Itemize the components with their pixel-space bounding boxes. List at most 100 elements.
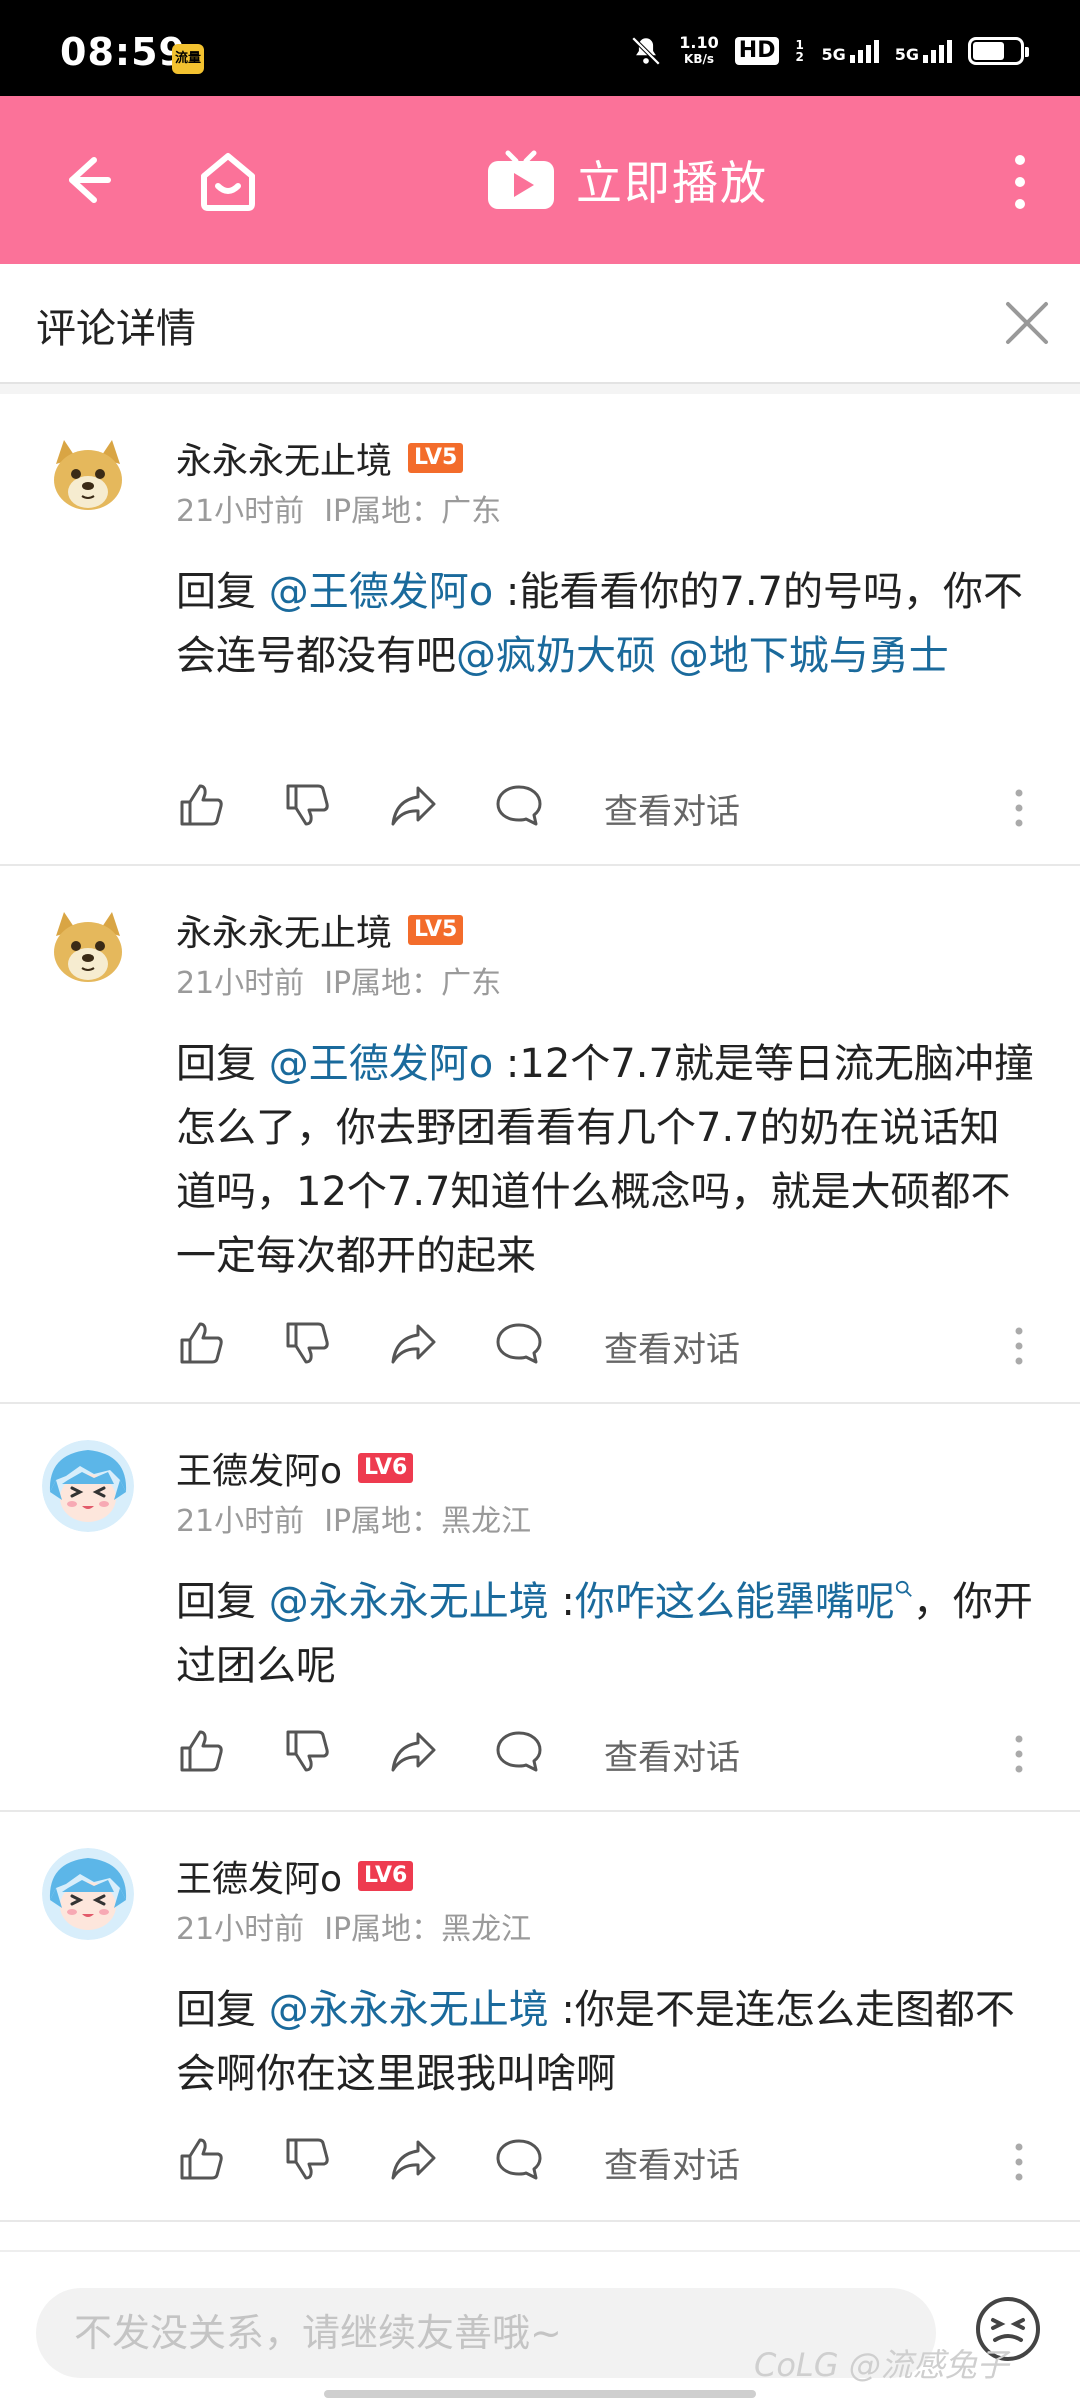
comment-meta: 21小时前 IP属地：广东	[176, 958, 501, 1002]
search-icon[interactable]	[895, 1580, 913, 1598]
anime-avatar-icon	[42, 1848, 134, 1940]
comment-text: 回复 @王德发阿o :12个7.7就是等日流无脑冲撞怎么了，你去野团看看有几个7…	[176, 1041, 1034, 1279]
comment-actions: 查看对话	[176, 1726, 740, 1782]
comment-bubble-icon	[496, 1323, 542, 1364]
comment-detail-header: 评论详情	[0, 264, 1080, 384]
more-options-icon[interactable]	[1008, 152, 1032, 212]
mention-link[interactable]: @疯奶大硕 @地下城与勇士	[456, 633, 949, 679]
search-keyword-link[interactable]: 你咋这么能犟嘴呢	[575, 1579, 895, 1625]
mention-link[interactable]: @王德发阿o	[269, 1041, 493, 1087]
thumbs-down-icon	[286, 784, 329, 826]
user-line: 王德发阿o LV6	[176, 1442, 414, 1494]
play-now-title[interactable]: 立即播放	[486, 148, 768, 212]
like-button[interactable]	[176, 780, 232, 836]
share-arrow-icon	[391, 1732, 436, 1772]
doge-avatar-icon	[42, 430, 134, 522]
ip-location: IP属地：黑龙江	[324, 1504, 532, 1539]
close-icon[interactable]	[1004, 300, 1050, 346]
status-time: 08:59	[60, 30, 186, 74]
comment-item: 王德发阿o LV6 21小时前 IP属地：黑龙江 回复 @永永永无止境 :你咋这么…	[0, 1404, 1080, 1812]
avatar[interactable]	[42, 430, 134, 522]
comment-text: 回复 @永永永无止境 :你是不是连怎么走图都不会啊你在这里跟我叫啥啊	[176, 1987, 1015, 2097]
comment-meta: 21小时前 IP属地：黑龙江	[176, 1904, 531, 1948]
dislike-button[interactable]	[282, 780, 338, 836]
share-button[interactable]	[388, 1318, 444, 1374]
comment-bubble-icon	[496, 785, 542, 826]
view-conversation-link[interactable]: 查看对话	[604, 784, 740, 833]
mention-link[interactable]: @永永永无止境	[269, 1579, 549, 1625]
comment-more-icon[interactable]	[1014, 2142, 1024, 2182]
comment-more-icon[interactable]	[1014, 1734, 1024, 1774]
thumbs-down-icon	[286, 1322, 329, 1364]
comment-meta: 21小时前 IP属地：广东	[176, 486, 501, 530]
status-app-badge: 流量	[172, 44, 204, 74]
dislike-button[interactable]	[282, 2134, 338, 2190]
comment-more-icon[interactable]	[1014, 1326, 1024, 1366]
comment-more-icon[interactable]	[1014, 788, 1024, 828]
share-button[interactable]	[388, 2134, 444, 2190]
share-button[interactable]	[388, 780, 444, 836]
reply-button[interactable]	[494, 2134, 550, 2190]
user-line: 永永永无止境 LV5	[176, 904, 464, 956]
comment-item: 王德发阿o LV6 21小时前 IP属地：黑龙江 回复 @永永永无止境 :你是不是…	[0, 1812, 1080, 2222]
like-button[interactable]	[176, 2134, 232, 2190]
mention-link[interactable]: @王德发阿o	[269, 569, 493, 615]
user-line: 永永永无止境 LV5	[176, 432, 464, 484]
comment-text: 回复 @王德发阿o :能看看你的7.7的号吗，你不会连号都没有吧@疯奶大硕 @地…	[176, 569, 1024, 679]
share-arrow-icon	[391, 1324, 436, 1364]
username[interactable]: 永永永无止境	[176, 432, 392, 484]
page-title: 评论详情	[36, 306, 196, 352]
back-arrow-icon[interactable]	[52, 148, 116, 212]
user-line: 王德发阿o LV6	[176, 1850, 414, 1902]
mention-link[interactable]: @永永永无止境	[269, 1987, 549, 2033]
avatar[interactable]	[42, 902, 134, 994]
thumbs-down-icon	[286, 2138, 329, 2180]
comment-bubble-icon	[496, 2139, 542, 2180]
reply-button[interactable]	[494, 1726, 550, 1782]
hd-sub: 1 2	[795, 38, 804, 64]
status-icons: 1.10 KB/s HD 1 2 5G 5G	[629, 33, 1029, 68]
thumbs-up-icon	[180, 1730, 223, 1772]
comment-actions: 查看对话	[176, 780, 740, 836]
watermark: CoLG @流感兔子	[754, 2346, 1009, 2384]
thumbs-down-icon	[286, 1730, 329, 1772]
thumbs-up-icon	[180, 784, 223, 826]
reply-bar: CoLG @流感兔子	[0, 2250, 1080, 2402]
reply-button[interactable]	[494, 1318, 550, 1374]
comment-list: 永永永无止境 LV5 21小时前 IP属地：广东 回复 @王德发阿o :能看看你的…	[0, 394, 1080, 2222]
username[interactable]: 永永永无止境	[176, 904, 392, 956]
reply-button[interactable]	[494, 780, 550, 836]
username[interactable]: 王德发阿o	[176, 1442, 342, 1494]
network-speed: 1.10 KB/s	[679, 33, 719, 67]
comment-item: 永永永无止境 LV5 21小时前 IP属地：广东 回复 @王德发阿o :能看看你的…	[0, 394, 1080, 866]
dislike-button[interactable]	[282, 1726, 338, 1782]
avatar[interactable]	[42, 1848, 134, 1940]
comment-time: 21小时前	[176, 494, 305, 529]
thumbs-up-icon	[180, 1322, 223, 1364]
status-bar: 08:59 流量 1.10 KB/s HD 1 2 5G 5G	[0, 0, 1080, 96]
view-conversation-link[interactable]: 查看对话	[604, 1730, 740, 1779]
comment-time: 21小时前	[176, 1912, 305, 1947]
comment-time: 21小时前	[176, 1504, 305, 1539]
battery-fill	[973, 42, 1004, 60]
battery-icon	[968, 37, 1029, 65]
signal-5g-2: 5G	[895, 39, 952, 63]
comment-bubble-icon	[496, 1731, 542, 1772]
comment-time: 21小时前	[176, 966, 305, 1001]
like-button[interactable]	[176, 1318, 232, 1374]
view-conversation-link[interactable]: 查看对话	[604, 1322, 740, 1371]
signal-5g-1: 5G	[821, 39, 879, 63]
divider	[0, 384, 1080, 394]
gesture-nav-handle[interactable]	[324, 2390, 756, 2398]
comment-item: 永永永无止境 LV5 21小时前 IP属地：广东 回复 @王德发阿o :12个7.…	[0, 866, 1080, 1404]
dislike-button[interactable]	[282, 1318, 338, 1374]
share-button[interactable]	[388, 1726, 444, 1782]
username[interactable]: 王德发阿o	[176, 1850, 342, 1902]
notification-off-icon	[632, 36, 661, 66]
avatar[interactable]	[42, 1440, 134, 1532]
like-button[interactable]	[176, 1726, 232, 1782]
signal-bars-icon	[923, 39, 952, 63]
level-badge: LV6	[358, 1861, 414, 1891]
home-icon[interactable]	[192, 144, 264, 216]
view-conversation-link[interactable]: 查看对话	[604, 2138, 740, 2187]
